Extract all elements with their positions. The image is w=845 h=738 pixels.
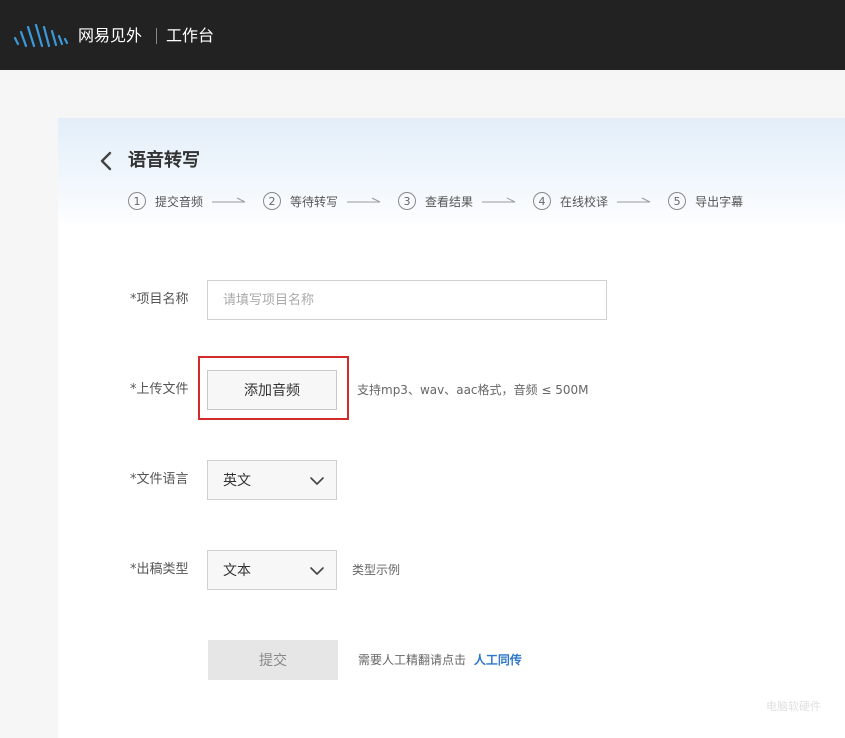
step-submit-audio: 1 提交音频 [128,192,203,210]
step-arrow-icon [617,197,651,203]
upload-format-hint: 支持mp3、wav、aac格式，音频 ≤ 500M [357,383,589,397]
submit-button[interactable]: 提交 [208,640,338,680]
brand-workspace: 工作台 [166,26,215,45]
human-translation-hint: 需要人工精翻请点击 人工同传 [358,652,522,668]
brand-name: 网易见外 [78,26,143,45]
main-panel: 语音转写 1 提交音频 2 等待转写 3 查看结果 4 在线校译 5 导出字幕 … [58,118,845,738]
step-arrow-icon [212,197,246,203]
step-number: 1 [128,192,146,210]
add-audio-button[interactable]: 添加音频 [207,370,337,410]
step-number: 5 [668,192,687,210]
step-label: 查看结果 [425,194,474,209]
step-export-subtitle: 5 导出字幕 [668,192,743,210]
watermark: 电脑软硬件 [766,700,821,713]
step-view-result: 3 查看结果 [398,192,473,210]
file-language-value: 英文 [223,473,251,489]
panel-header [58,118,845,228]
brand-separator [156,28,157,44]
step-label: 等待转写 [290,194,339,209]
page-title: 语音转写 [128,150,200,171]
output-type-select[interactable]: 文本 [207,550,337,590]
output-type-value: 文本 [223,563,251,579]
step-label: 导出字幕 [695,194,744,209]
step-arrow-icon [482,197,516,203]
file-language-select[interactable]: 英文 [207,460,337,500]
chevron-down-icon [310,567,324,575]
human-interpretation-link[interactable]: 人工同传 [474,653,522,667]
output-type-label: *出稿类型 [130,562,189,577]
step-number: 4 [533,192,552,210]
human-translation-hint-text: 需要人工精翻请点击 [358,653,467,667]
progress-steps: 1 提交音频 2 等待转写 3 查看结果 4 在线校译 5 导出字幕 [128,191,743,211]
step-waiting: 2 等待转写 [263,192,338,210]
step-number: 3 [398,192,417,210]
project-name-input[interactable] [207,280,607,320]
top-bar: 网易见外 工作台 [0,0,845,70]
step-label: 提交音频 [155,194,204,209]
step-label: 在线校译 [560,194,609,209]
step-arrow-icon [347,197,381,203]
back-chevron-icon[interactable] [98,150,114,172]
project-name-label: *项目名称 [130,292,189,307]
file-language-label: *文件语言 [130,472,189,487]
step-number: 2 [263,192,282,210]
logo-waves-icon [13,24,69,48]
step-online-proofread: 4 在线校译 [533,192,608,210]
chevron-down-icon [310,477,324,485]
upload-file-label: *上传文件 [130,382,189,397]
type-example-link[interactable]: 类型示例 [352,562,400,578]
